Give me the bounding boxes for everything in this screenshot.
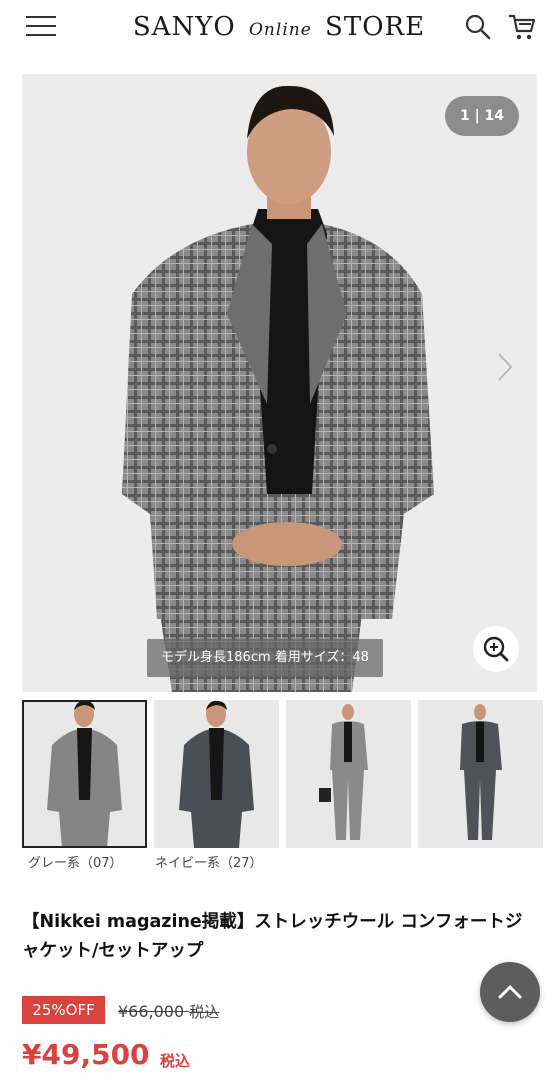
zoom-in-icon[interactable]: [473, 626, 519, 672]
thumbnail-fullbody-gray[interactable]: [286, 700, 411, 848]
thumbnail-label-gray: グレー系（07）: [28, 856, 123, 871]
model-size-caption: モデル身長186cm 着用サイズ：48: [147, 639, 383, 677]
thumbnail-navy[interactable]: [154, 700, 279, 848]
chevron-up-icon: [498, 985, 522, 999]
scroll-to-top-button[interactable]: [480, 962, 540, 1022]
thumbnail-label-navy: ネイビー系（27）: [155, 856, 263, 871]
sale-price-tax: 税込: [160, 1052, 191, 1070]
main-product-image[interactable]: 1 | 14 モデル身長186cm 着用サイズ：48: [22, 74, 537, 692]
search-icon[interactable]: [463, 12, 493, 42]
discount-badge: 25%OFF: [22, 996, 105, 1024]
logo-store: STORE: [325, 12, 426, 42]
thumbnail-fullbody-navy[interactable]: [418, 700, 543, 848]
image-counter: 1 | 14: [445, 96, 519, 136]
original-price-value: ¥66,000: [118, 1002, 185, 1021]
chevron-right-icon[interactable]: [493, 350, 517, 384]
sale-price: ¥49,500: [22, 1038, 150, 1071]
original-price: ¥66,000 税込: [118, 1001, 219, 1022]
cart-icon[interactable]: [507, 12, 537, 42]
product-title: 【Nikkei magazine掲載】ストレッチウール コンフォートジャケット/…: [22, 912, 523, 961]
logo-brand: SANYO: [132, 12, 236, 42]
header: SANYO Online STORE: [0, 0, 558, 62]
thumbnail-strip: [22, 700, 543, 850]
model-photo: [22, 74, 537, 692]
thumbnail-gray[interactable]: [22, 700, 147, 848]
logo-online: Online: [249, 20, 312, 40]
original-price-tax: 税込: [189, 1003, 220, 1021]
